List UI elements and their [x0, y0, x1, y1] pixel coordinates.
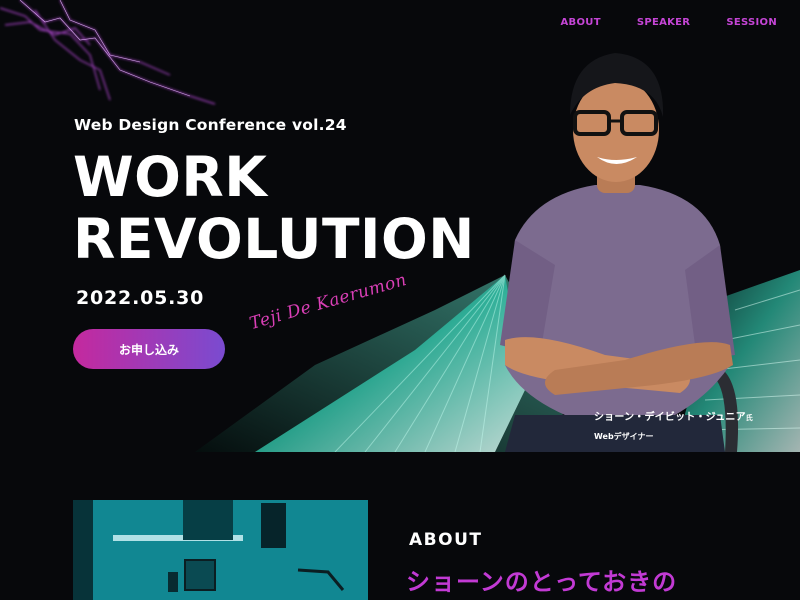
about-subheading: ショーンのとっておきの — [406, 568, 678, 596]
event-subtitle: Web Design Conference vol.24 — [74, 116, 347, 134]
speaker-caption: ショーン・デイビット・ジュニア氏 Webデザイナー — [594, 408, 753, 442]
about-heading: ABOUT — [409, 530, 483, 550]
nav-session-link[interactable]: SESSION — [726, 17, 777, 28]
apply-button[interactable]: お申し込み — [73, 329, 225, 369]
title-line-2: REVOLUTION — [73, 207, 475, 271]
nav-about-link[interactable]: ABOUT — [561, 17, 601, 28]
page-title: WORK REVOLUTION — [73, 146, 475, 270]
top-nav: ABOUT SPEAKER SESSION — [525, 17, 800, 28]
speaker-name: ショーン・デイビット・ジュニア氏 — [594, 408, 753, 423]
speaker-photo — [500, 53, 739, 452]
lightning-graphic — [0, 0, 216, 105]
nav-speaker-link[interactable]: SPEAKER — [637, 17, 690, 28]
title-line-1: WORK — [73, 145, 268, 209]
speaker-role: Webデザイナー — [593, 432, 654, 441]
speaker-name-text: ショーン・デイビット・ジュニア — [593, 412, 746, 423]
event-date: 2022.05.30 — [76, 287, 205, 309]
about-photo — [73, 500, 368, 600]
speaker-name-suffix: 氏 — [745, 414, 753, 422]
